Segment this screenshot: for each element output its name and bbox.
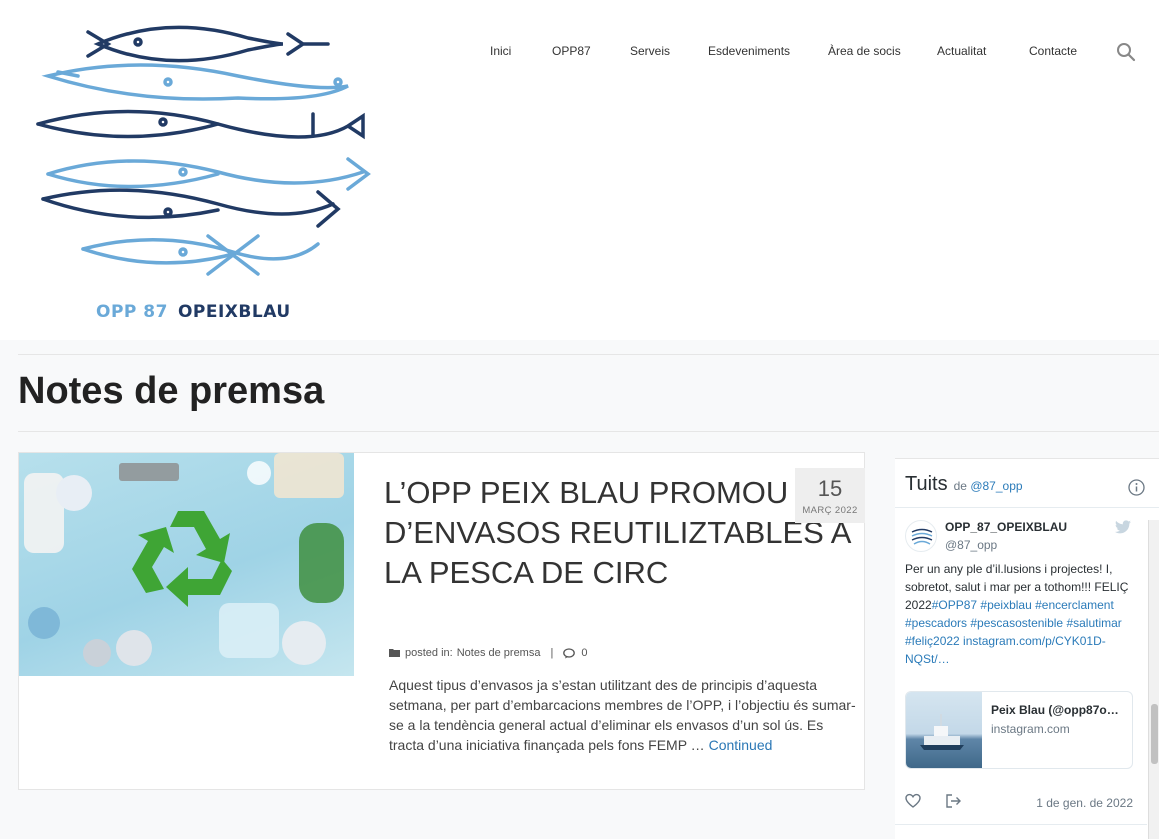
boat-image [920, 714, 964, 750]
folder-icon [389, 649, 400, 657]
tweet-link-card[interactable]: Peix Blau (@opp87o… instagram.com [905, 691, 1133, 769]
card-domain: instagram.com [991, 722, 1070, 736]
post-date: 15 MARÇ 2022 [795, 468, 865, 523]
meta-separator: | [550, 647, 554, 659]
info-icon[interactable] [1128, 479, 1145, 496]
twitter-by-label: de [953, 479, 967, 493]
divider [18, 354, 1159, 355]
twitter-by: de @87_opp [954, 479, 1023, 493]
nav-item-serveis[interactable]: Serveis [630, 44, 670, 58]
post-title[interactable]: L’OPP PEIX BLAU PROMOU L’ÚS D’ENVASOS RE… [384, 473, 864, 593]
twitter-title[interactable]: Tuits [905, 473, 948, 496]
divider [895, 824, 1147, 825]
posted-in-label: posted in: [405, 647, 453, 659]
page-title: Notes de premsa [18, 370, 325, 412]
tweet-hashtags[interactable]: #OPP87 #peixblau #encerclament #pescador… [905, 598, 1122, 666]
card-image [906, 692, 982, 768]
continue-reading-link[interactable]: Continued [709, 737, 773, 753]
fish-logo-icon [911, 528, 933, 545]
nav-item-actualitat[interactable]: Actualitat [937, 44, 986, 58]
post-date-month: MARÇ 2022 [802, 505, 858, 516]
tweet[interactable]: OPP_87_OPEIXBLAU @87_opp Per un any ple … [895, 508, 1147, 840]
post-excerpt-text: Aquest tipus d’envasos ja s’estan utilit… [389, 677, 856, 753]
post-category-link[interactable]: Notes de premsa [457, 647, 541, 659]
site-header: OPP 87 OPEIXBLAU Inici OPP87 Serveis Esde… [0, 0, 1159, 340]
avatar[interactable] [905, 520, 937, 552]
twitter-widget: Tuits de @87_opp OPP_87_OPEIXBLAU @87_op… [895, 458, 1159, 839]
nav-item-area-de-socis[interactable]: Àrea de socis [828, 44, 901, 58]
tweet-date[interactable]: 1 de gen. de 2022 [1036, 796, 1133, 810]
twitter-handle-link[interactable]: @87_opp [970, 479, 1022, 493]
twitter-scrollbar[interactable] [1148, 520, 1159, 839]
like-heart-icon[interactable] [905, 793, 921, 809]
nav-item-opp87[interactable]: OPP87 [552, 44, 591, 58]
nav-item-esdeveniments[interactable]: Esdeveniments [708, 44, 790, 58]
comments-icon [563, 647, 576, 658]
divider [18, 431, 1159, 432]
logo-wordmark: OPP 87 OPEIXBLAU [96, 302, 291, 322]
twitter-header: Tuits de @87_opp [905, 473, 1023, 496]
post-date-day: 15 [817, 476, 843, 501]
scrollbar-thumb[interactable] [1151, 704, 1158, 764]
tweet-actions: 1 de gen. de 2022 [905, 793, 1137, 813]
recycle-image [24, 453, 344, 667]
tweet-text: Per un any ple d’il.lusions i projectes!… [905, 560, 1137, 668]
logo-brand-text: OPEIXBLAU [177, 302, 291, 322]
tweet-author-handle[interactable]: @87_opp [945, 538, 997, 552]
tweet-author-name[interactable]: OPP_87_OPEIXBLAU [945, 520, 1067, 534]
comments-count[interactable]: 0 [581, 647, 587, 659]
site-logo[interactable] [18, 14, 378, 334]
page-content: Notes de premsa L’OPP PEIX BLAU PROMOU L… [0, 340, 1159, 839]
post-card: L’OPP PEIX BLAU PROMOU L’ÚS D’ENVASOS RE… [18, 452, 865, 790]
card-title[interactable]: Peix Blau (@opp87o… [991, 703, 1127, 717]
post-excerpt: Aquest tipus d’envasos ja s’estan utilit… [389, 675, 859, 755]
search-icon[interactable] [1116, 42, 1136, 62]
logo-opp-text: OPP 87 [96, 302, 168, 322]
share-icon[interactable] [945, 793, 961, 809]
post-thumbnail[interactable] [19, 453, 354, 676]
twitter-bird-icon[interactable] [1115, 520, 1131, 534]
nav-item-contacte[interactable]: Contacte [1029, 44, 1077, 58]
post-meta: posted in: Notes de premsa | 0 [389, 647, 587, 659]
nav-item-inici[interactable]: Inici [490, 44, 511, 58]
